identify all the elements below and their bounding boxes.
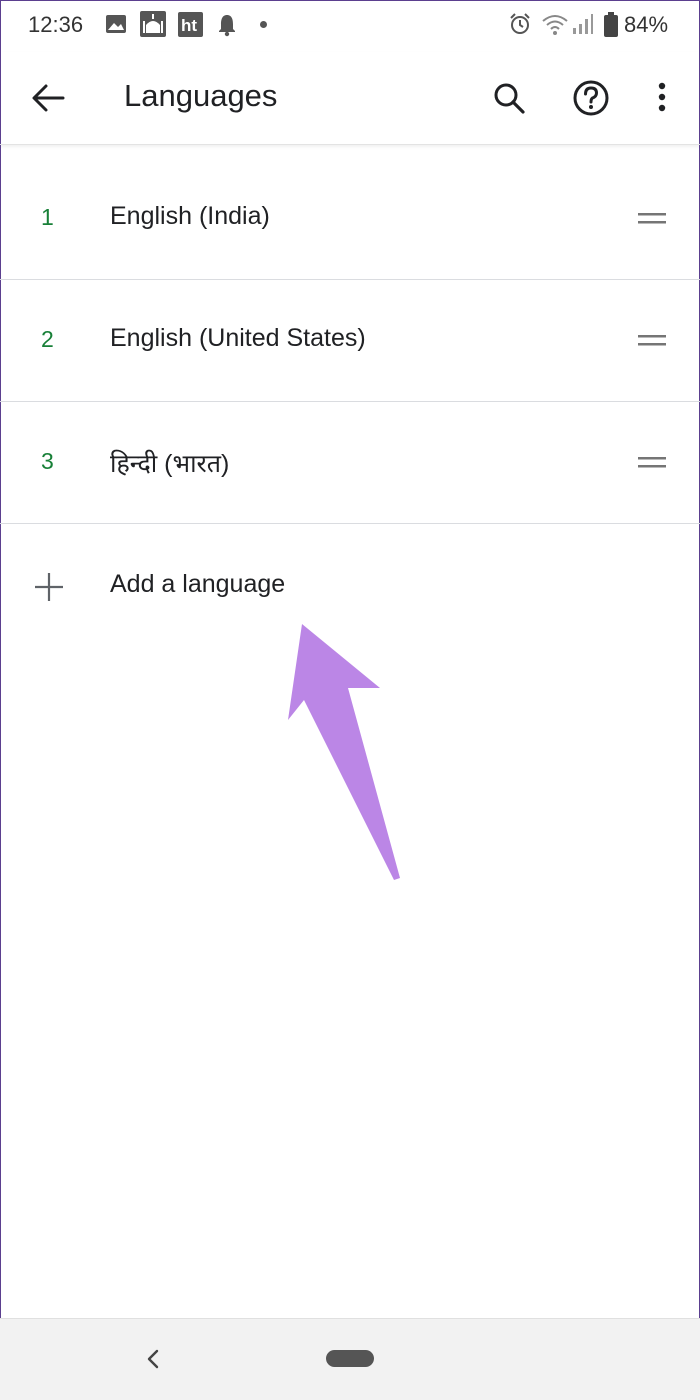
image-icon: [106, 15, 126, 33]
ht-app-icon: ht: [178, 12, 203, 37]
app-bar: Languages: [0, 52, 700, 145]
wifi-icon: [542, 15, 568, 35]
status-bar: 12:36 ht 84%: [0, 0, 700, 52]
language-name: हिन्दी (भारत): [110, 450, 230, 478]
battery-icon: [604, 12, 618, 37]
language-rank: 3: [41, 448, 54, 474]
help-icon[interactable]: [571, 78, 611, 118]
drag-handle-icon[interactable]: [638, 454, 666, 472]
back-arrow-icon[interactable]: [30, 80, 66, 116]
status-time: 12:36: [28, 12, 84, 37]
drag-handle-icon[interactable]: [638, 332, 666, 350]
drag-handle-icon[interactable]: [638, 210, 666, 228]
language-item[interactable]: 1 English (India): [0, 158, 700, 280]
plus-icon: [35, 573, 63, 601]
search-icon[interactable]: [491, 80, 527, 116]
language-item[interactable]: 3 हिन्दी (भारत): [0, 402, 700, 524]
signal-icon: [573, 14, 593, 34]
dot-icon: [260, 21, 267, 28]
alarm-icon: [510, 13, 530, 34]
language-item[interactable]: 2 English (United States): [0, 280, 700, 402]
svg-text:ht: ht: [181, 16, 197, 35]
language-rank: 1: [41, 204, 54, 230]
add-language-button[interactable]: Add a language: [0, 525, 700, 647]
add-language-label: Add a language: [110, 570, 286, 598]
bell-icon: [219, 15, 235, 37]
language-rank: 2: [41, 326, 54, 352]
nav-back-icon[interactable]: [144, 1348, 162, 1370]
mosque-app-icon: [140, 11, 166, 37]
navigation-bar: [0, 1318, 700, 1400]
language-name: English (India): [110, 202, 270, 230]
language-name: English (United States): [110, 324, 366, 352]
more-vert-icon[interactable]: [650, 80, 674, 116]
battery-percent: 84%: [624, 12, 669, 37]
home-pill-icon[interactable]: [326, 1350, 374, 1367]
page-title: Languages: [124, 78, 278, 113]
